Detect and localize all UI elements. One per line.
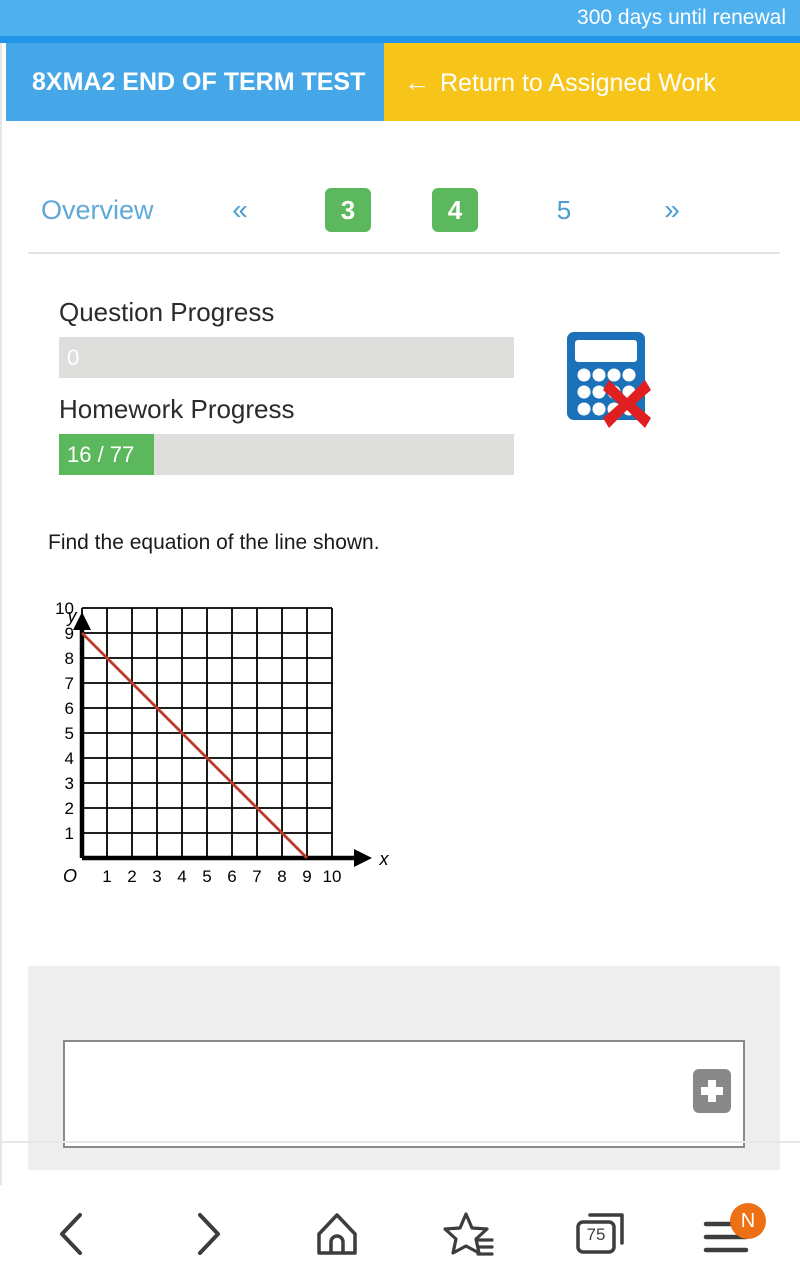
pager-prev-button[interactable]: « (222, 188, 258, 232)
chevron-right-icon (198, 1213, 220, 1255)
svg-text:8: 8 (277, 867, 286, 886)
svg-text:4: 4 (177, 867, 186, 886)
svg-text:3: 3 (65, 774, 74, 793)
svg-text:1: 1 (65, 824, 74, 843)
svg-text:9: 9 (302, 867, 311, 886)
return-to-assigned-work-button[interactable]: ← Return to Assigned Work (384, 43, 800, 121)
tab-count-label: 75 (586, 1225, 606, 1244)
add-answer-button[interactable] (693, 1069, 731, 1113)
renewal-underbar (0, 36, 800, 43)
svg-text:2: 2 (127, 867, 136, 886)
question-progress-bar: 0 (59, 337, 514, 378)
coordinate-graph: 1 2 3 4 5 6 7 8 9 10 1 2 3 4 5 6 7 8 9 10 Oy x (40, 558, 400, 908)
renewal-text: 300 days until renewal (577, 6, 786, 29)
homework-progress-bar: 16 / 77 (59, 434, 514, 475)
question-progress-label: Question Progress (59, 297, 275, 327)
assignment-header: 8XMA2 END OF TERM TEST ← Return to Assign… (6, 43, 800, 121)
browser-home-button[interactable] (300, 1201, 374, 1267)
svg-text:7: 7 (252, 867, 261, 886)
browser-bookmarks-button[interactable] (434, 1201, 508, 1267)
question-progress-value: 0 (67, 345, 80, 370)
pager-divider (28, 252, 780, 254)
browser-navigation-bar: 75 N (0, 1185, 800, 1284)
pager-page-5[interactable]: 5 (541, 188, 587, 232)
browser-tabs-button[interactable]: 75 (566, 1201, 640, 1267)
answer-input[interactable] (75, 1050, 679, 1142)
return-to-assigned-work-label: Return to Assigned Work (440, 69, 717, 97)
svg-text:6: 6 (227, 867, 236, 886)
back-arrow-icon: ← (404, 67, 430, 97)
question-prompt: Find the equation of the line shown. (48, 531, 380, 554)
pager-page-3[interactable]: 3 (325, 188, 371, 232)
overview-link[interactable]: Overview (41, 188, 154, 232)
svg-text:6: 6 (65, 699, 74, 718)
browser-menu-button[interactable]: N (696, 1201, 770, 1267)
answer-panel (28, 966, 780, 1170)
question-pagination: Overview « 3 4 5 » (0, 180, 800, 255)
calculator-not-allowed-icon (565, 330, 661, 430)
chevron-left-icon (60, 1213, 82, 1255)
svg-text:O: O (63, 866, 77, 886)
svg-text:y: y (66, 606, 78, 626)
graph-svg: 123456789101 2 3 4 5 6 7 8 9 10Oyx (55, 599, 390, 886)
svg-text:9: 9 (65, 624, 74, 643)
svg-text:10: 10 (323, 867, 342, 886)
bookmark-star-icon (443, 1212, 494, 1256)
homework-progress-value: 16 / 77 (67, 442, 135, 467)
svg-text:3: 3 (152, 867, 161, 886)
svg-text:7: 7 (65, 674, 74, 693)
svg-text:1: 1 (102, 867, 111, 886)
browser-forward-button[interactable] (170, 1201, 244, 1267)
plus-icon-vertical (708, 1080, 716, 1102)
home-icon (317, 1213, 357, 1255)
renewal-banner: 300 days until renewal (0, 0, 800, 36)
pager-next-button[interactable]: » (654, 188, 690, 232)
svg-text:8: 8 (65, 649, 74, 668)
svg-text:2: 2 (65, 799, 74, 818)
red-cross-icon (603, 380, 651, 428)
svg-text:x: x (379, 849, 390, 869)
menu-notification-badge: N (730, 1203, 766, 1239)
assignment-title: 8XMA2 END OF TERM TEST (6, 43, 384, 121)
answer-box[interactable] (63, 1040, 745, 1148)
svg-text:5: 5 (202, 867, 211, 886)
svg-text:4: 4 (65, 749, 74, 768)
progress-section: Question Progress 0 Homework Progress 16… (59, 293, 514, 475)
browser-back-button[interactable] (36, 1201, 110, 1267)
homework-progress-label: Homework Progress (59, 394, 295, 424)
page-bottom-rule (0, 1141, 800, 1143)
svg-text:5: 5 (65, 724, 74, 743)
pager-page-4[interactable]: 4 (432, 188, 478, 232)
